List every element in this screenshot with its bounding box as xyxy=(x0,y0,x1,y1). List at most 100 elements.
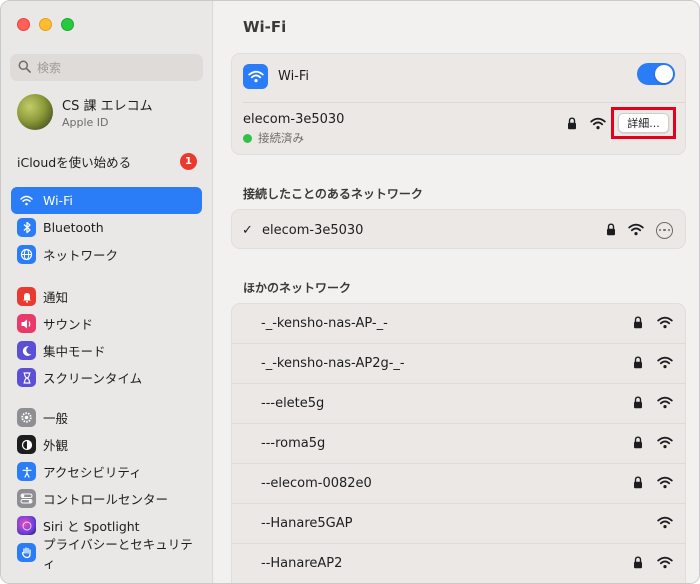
bell-icon xyxy=(17,287,36,306)
appearance-icon xyxy=(17,435,36,454)
known-networks-card: ✓ elecom-3e5030 xyxy=(231,209,686,249)
connected-dot-icon xyxy=(243,133,252,143)
wifi-signal-icon xyxy=(657,434,673,453)
settings-window: CS 課 エレコム Apple ID iCloudを使い始める 1 Wi-Fi … xyxy=(0,0,700,584)
sidebar-item-focus[interactable]: 集中モード xyxy=(11,337,202,364)
other-networks-title: ほかのネットワーク xyxy=(243,281,352,295)
hourglass-icon xyxy=(17,368,36,387)
avatar xyxy=(17,94,53,130)
wifi-signal-icon xyxy=(657,554,673,573)
sidebar-item-network[interactable]: ネットワーク xyxy=(11,241,202,268)
connection-status-text: 接続済み xyxy=(258,131,304,145)
notification-badge: 1 xyxy=(180,153,197,170)
wifi-signal-icon xyxy=(657,474,673,493)
close-window-button[interactable] xyxy=(17,18,30,31)
sidebar-item-sound[interactable]: サウンド xyxy=(11,310,202,337)
network-row[interactable]: -_-kensho-nas-AP-_- xyxy=(232,304,685,344)
current-network-ssid: elecom-3e5030 xyxy=(243,112,345,127)
sidebar-item-label: 集中モード xyxy=(43,344,106,359)
network-row[interactable]: ---elete5g xyxy=(232,384,685,424)
wifi-label: Wi-Fi xyxy=(278,69,310,84)
checkmark-icon: ✓ xyxy=(242,222,253,238)
network-ssid: ---roma5g xyxy=(261,436,326,451)
sidebar-item-general[interactable]: 一般 xyxy=(11,404,202,431)
network-row[interactable]: -_-kensho-nas-AP2g-_- xyxy=(232,344,685,384)
sidebar-item-label: Siri と Spotlight xyxy=(43,519,140,534)
sidebar-item-bluetooth[interactable]: Bluetooth xyxy=(11,214,202,241)
profile-subtitle: Apple ID xyxy=(62,116,109,129)
lock-icon xyxy=(606,221,616,240)
network-row[interactable]: --HanareAP2 xyxy=(232,544,685,583)
connection-status: 接続済み xyxy=(243,130,344,146)
sidebar-item-accessibility[interactable]: アクセシビリティ xyxy=(11,458,202,485)
profile-name: CS 課 エレコム xyxy=(62,99,153,114)
lock-icon xyxy=(633,554,643,573)
wifi-settings-pane: Wi-Fi Wi-Fi elecom-3e5030 接続済み 詳細... 接続し… xyxy=(214,1,699,583)
wifi-icon xyxy=(17,191,36,210)
icloud-setup-item[interactable]: iCloudを使い始める 1 xyxy=(17,152,197,171)
sidebar-item-label: スクリーンタイム xyxy=(43,371,143,386)
wifi-signal-icon xyxy=(590,115,606,134)
sidebar-item-label: プライバシーとセキュリティ xyxy=(43,536,193,571)
page-title: Wi-Fi xyxy=(243,18,287,36)
search-input[interactable] xyxy=(37,60,187,75)
network-ssid: elecom-3e5030 xyxy=(262,222,364,238)
current-network-icons xyxy=(567,115,606,134)
siri-icon xyxy=(17,516,36,535)
sidebar-item-label: ネットワーク xyxy=(43,248,119,263)
sidebar-item-control-center[interactable]: コントロールセンター xyxy=(11,485,202,512)
lock-icon xyxy=(633,394,643,413)
sidebar-item-notifications[interactable]: 通知 xyxy=(11,283,202,310)
search-icon xyxy=(18,58,31,77)
sidebar-group-system: 一般 外観 アクセシビリティ コントロールセンター Siri と Spotlig… xyxy=(11,404,202,571)
wifi-icon xyxy=(243,64,268,89)
hand-icon xyxy=(17,543,36,562)
other-networks-card: -_-kensho-nas-AP-_- -_-kensho-nas-AP2g-_… xyxy=(231,303,686,583)
network-ssid: -_-kensho-nas-AP-_- xyxy=(261,316,388,331)
minimize-window-button[interactable] xyxy=(39,18,52,31)
icloud-label: iCloudを使い始める xyxy=(17,155,132,170)
wifi-signal-icon xyxy=(628,221,644,240)
window-controls xyxy=(17,18,74,31)
wifi-signal-icon xyxy=(657,314,673,333)
known-networks-title: 接続したことのあるネットワーク xyxy=(243,187,423,201)
zoom-window-button[interactable] xyxy=(61,18,74,31)
sidebar-item-appearance[interactable]: 外観 xyxy=(11,431,202,458)
sidebar-item-label: 一般 xyxy=(43,411,69,426)
known-network-row[interactable]: ✓ elecom-3e5030 xyxy=(242,210,673,250)
sidebar-item-label: 外観 xyxy=(43,438,69,453)
network-row[interactable]: --Hanare5GAP xyxy=(232,504,685,544)
more-options-icon[interactable] xyxy=(656,221,673,239)
sidebar-item-screen-time[interactable]: スクリーンタイム xyxy=(11,364,202,391)
lock-icon xyxy=(633,354,643,373)
moon-icon xyxy=(17,341,36,360)
current-network: elecom-3e5030 接続済み xyxy=(243,112,344,146)
sidebar-item-label: コントロールセンター xyxy=(43,492,169,507)
network-ssid: -_-kensho-nas-AP2g-_- xyxy=(261,356,405,371)
network-ssid: --HanareAP2 xyxy=(261,556,343,571)
sidebar-item-label: Bluetooth xyxy=(43,220,104,235)
details-button-highlight: 詳細... xyxy=(611,107,676,139)
lock-icon xyxy=(633,474,643,493)
wifi-signal-icon xyxy=(657,514,673,533)
wifi-signal-icon xyxy=(657,394,673,413)
network-row[interactable]: ---roma5g xyxy=(232,424,685,464)
details-button[interactable]: 詳細... xyxy=(618,113,669,133)
sidebar: CS 課 エレコム Apple ID iCloudを使い始める 1 Wi-Fi … xyxy=(1,1,213,583)
lock-icon xyxy=(633,434,643,453)
control-center-icon xyxy=(17,489,36,508)
apple-id-profile[interactable]: CS 課 エレコム Apple ID xyxy=(17,94,153,130)
sidebar-item-label: サウンド xyxy=(43,317,94,332)
sidebar-item-privacy-security[interactable]: プライバシーとセキュリティ xyxy=(11,537,202,571)
sidebar-group-notifications: 通知 サウンド 集中モード スクリーンタイム xyxy=(11,283,202,391)
globe-icon xyxy=(17,245,36,264)
lock-icon xyxy=(633,314,643,333)
wifi-signal-icon xyxy=(657,354,673,373)
sidebar-item-wifi[interactable]: Wi-Fi xyxy=(11,187,202,214)
network-row[interactable]: --elecom-0082e0 xyxy=(232,464,685,504)
wifi-toggle[interactable] xyxy=(637,63,675,85)
sidebar-group-network: Wi-Fi Bluetooth ネットワーク xyxy=(11,187,202,268)
network-ssid: --Hanare5GAP xyxy=(261,516,353,531)
sidebar-item-label: 通知 xyxy=(43,290,69,305)
search-field[interactable] xyxy=(10,54,203,81)
